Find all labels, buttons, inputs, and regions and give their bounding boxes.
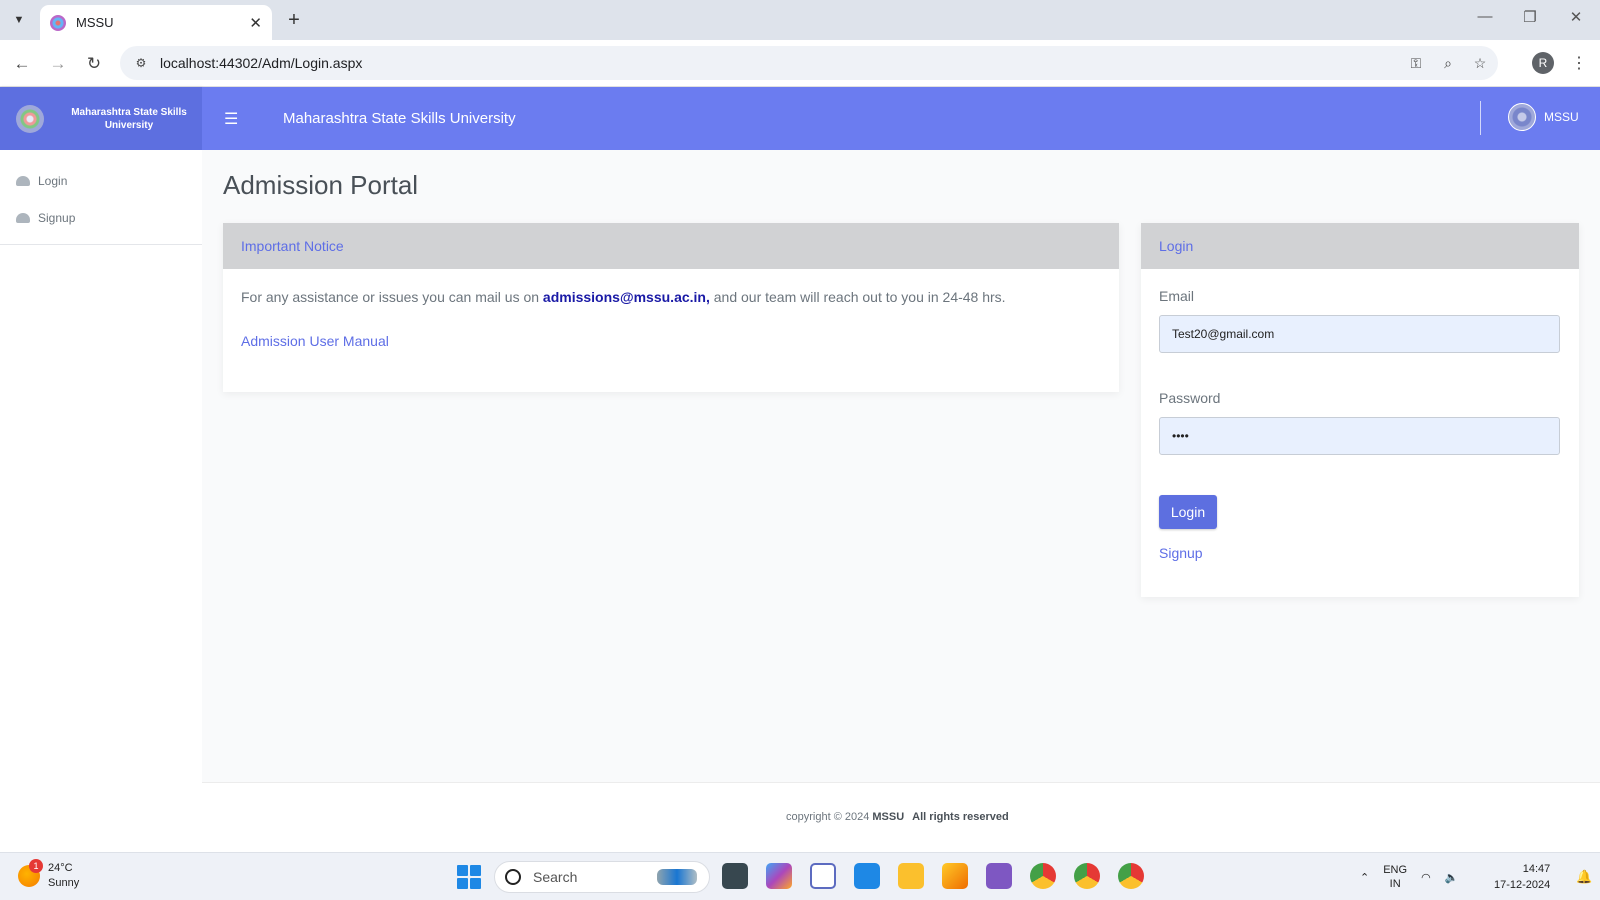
sidebar-item-signup[interactable]: Signup	[0, 199, 202, 236]
footer-brand: MSSU	[872, 811, 905, 823]
file-explorer-icon[interactable]	[898, 863, 924, 889]
email-link[interactable]: admissions@mssu.ac.in,	[543, 289, 710, 305]
key-icon[interactable]: ⚿	[1402, 49, 1430, 77]
clock-date: 17-12-2024	[1494, 879, 1551, 891]
brand[interactable]: Maharashtra State Skills University	[0, 87, 202, 150]
password-label: Password	[1159, 390, 1221, 406]
chrome-alt-icon[interactable]	[1118, 863, 1144, 889]
notepad-icon[interactable]	[854, 863, 880, 889]
header-title: Maharashtra State Skills University	[283, 110, 516, 127]
dashboard-icon	[16, 212, 30, 223]
task-view-icon[interactable]	[722, 863, 748, 889]
notice-text-before: For any assistance or issues you can mai…	[241, 289, 543, 305]
weather-temp: 24°C	[48, 862, 73, 874]
main-content: Admission Portal Important Notice For an…	[202, 150, 1600, 782]
new-tab-plus-icon[interactable]: +	[282, 8, 306, 32]
weather-badge: 1	[29, 859, 43, 873]
sidebar-item-label: Signup	[38, 210, 76, 225]
tab-search-chevron-icon[interactable]: ▼	[8, 9, 30, 31]
favicon-icon	[50, 14, 66, 31]
footer-rights: All rights reserved	[912, 811, 1009, 823]
page-title: Admission Portal	[223, 170, 419, 200]
snipping-tool-icon[interactable]	[810, 863, 836, 889]
clock-time: 14:47	[1522, 863, 1551, 875]
user-name: MSSU	[1544, 110, 1579, 124]
user-menu[interactable]: MSSU	[1508, 103, 1579, 131]
windows-start-icon[interactable]	[457, 865, 481, 889]
login-button[interactable]: Login	[1159, 495, 1217, 529]
notification-bell-icon[interactable]: 🔔	[1576, 869, 1592, 885]
dashboard-icon	[16, 175, 30, 186]
sidebar-nav: Login Signup	[0, 150, 202, 245]
window-close-icon[interactable]: ✕	[1564, 8, 1588, 26]
signup-link[interactable]: Signup	[1159, 545, 1203, 561]
hamburger-menu-icon[interactable]: ☰	[224, 109, 264, 129]
os-taskbar: 1 24°C Sunny Search ⌃ ENG IN ◠ 🔈 14:47 1…	[0, 852, 1600, 900]
sidebar-item-label: Login	[38, 173, 68, 188]
minimize-icon[interactable]: —	[1473, 8, 1497, 25]
password-field[interactable]	[1159, 417, 1560, 455]
avatar	[1508, 103, 1536, 131]
chevron-up-icon[interactable]: ⌃	[1360, 871, 1369, 884]
login-card-header: Login	[1141, 223, 1579, 269]
search-label: Search	[533, 869, 578, 885]
weather-widget[interactable]: 1 24°C Sunny	[18, 859, 79, 891]
email-label: Email	[1159, 288, 1195, 304]
weather-desc: Sunny	[48, 877, 80, 889]
clock[interactable]: 14:47 17-12-2024	[1494, 861, 1550, 893]
sidebar: Maharashtra State Skills University Logi…	[0, 87, 202, 852]
footer-text: copyright © 2024 MSSU All rights reserved	[786, 811, 1009, 823]
notice-card-header: Important Notice	[223, 223, 1119, 269]
tab-title: MSSU	[76, 15, 114, 30]
wifi-icon[interactable]: ◠	[1421, 871, 1431, 884]
kebab-menu-icon[interactable]: ⋮	[1568, 52, 1590, 74]
browser-tab[interactable]: MSSU ✕	[40, 5, 272, 40]
search-highlight-icon	[657, 869, 697, 885]
visual-studio-icon[interactable]	[986, 863, 1012, 889]
notice-card: Important Notice For any assistance or i…	[223, 223, 1119, 392]
volume-icon[interactable]: 🔈	[1445, 871, 1459, 884]
forward-arrow-icon[interactable]: →	[46, 52, 70, 76]
footer-copyright: copyright © 2024	[786, 811, 873, 823]
tab-close-icon[interactable]: ✕	[249, 14, 262, 32]
notice-text-after: and our team will reach out to you in 24…	[709, 289, 1006, 305]
back-arrow-icon[interactable]: ←	[10, 52, 34, 76]
lang-line1: ENG	[1383, 864, 1408, 876]
zoom-icon[interactable]: ⌕	[1434, 49, 1462, 77]
paint-icon[interactable]	[942, 863, 968, 889]
site-info-icon[interactable]: ⚙	[130, 52, 152, 74]
profile-avatar[interactable]: R	[1532, 52, 1554, 74]
email-field[interactable]	[1159, 315, 1560, 353]
search-icon	[505, 869, 521, 885]
chrome-icon[interactable]	[1030, 863, 1056, 889]
system-tray: ⌃ ENG IN ◠ 🔈	[1360, 863, 1458, 891]
language-indicator[interactable]: ENG IN	[1383, 863, 1407, 891]
star-icon[interactable]: ☆	[1466, 49, 1494, 77]
top-navbar: ☰ Maharashtra State Skills University MS…	[202, 87, 1600, 150]
browser-tabbar: ▼ MSSU ✕ + — ❐ ✕	[0, 0, 1600, 40]
brand-text: Maharashtra State Skills University	[71, 106, 187, 131]
url-text[interactable]: localhost:44302/Adm/Login.aspx	[160, 55, 1402, 71]
chrome-profile-icon[interactable]	[1074, 863, 1100, 889]
footer: copyright © 2024 MSSU All rights reserved	[202, 782, 1600, 852]
weather-text: 24°C Sunny	[48, 861, 79, 891]
taskbar-search[interactable]: Search	[494, 861, 710, 893]
restore-icon[interactable]: ❐	[1518, 8, 1542, 26]
header-divider	[1480, 101, 1481, 135]
sidebar-item-login[interactable]: Login	[0, 162, 202, 199]
notice-text: For any assistance or issues you can mai…	[241, 289, 1006, 305]
lang-line2: IN	[1389, 878, 1401, 890]
university-logo-icon	[16, 104, 44, 133]
user-manual-link[interactable]: Admission User Manual	[241, 333, 389, 349]
reload-icon[interactable]: ↻	[82, 52, 106, 76]
address-bar[interactable]: ⚙ localhost:44302/Adm/Login.aspx ⚿ ⌕ ☆	[120, 46, 1498, 80]
browser-toolbar: ← → ↻ ⚙ localhost:44302/Adm/Login.aspx ⚿…	[0, 40, 1600, 87]
sun-icon: 1	[18, 859, 43, 887]
login-card: Login Email Password Login Signup	[1141, 223, 1579, 597]
copilot-icon[interactable]	[766, 863, 792, 889]
